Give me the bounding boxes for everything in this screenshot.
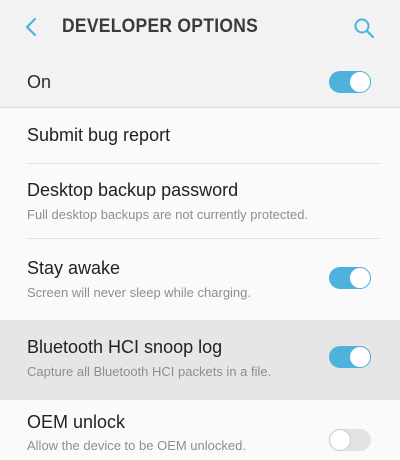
toggle-knob xyxy=(349,267,371,289)
chevron-left-icon xyxy=(24,16,38,43)
setting-submit-bug-report[interactable]: Submit bug report xyxy=(0,108,400,164)
setting-title: Bluetooth HCI snoop log xyxy=(27,337,223,357)
setting-stay-awake[interactable]: Stay awake Screen will never sleep while… xyxy=(0,239,400,317)
bluetooth-hci-snoop-log-toggle[interactable] xyxy=(329,346,371,368)
search-button[interactable] xyxy=(348,14,380,46)
setting-subtitle: Allow the device to be OEM unlocked. xyxy=(27,438,246,453)
setting-title: Desktop backup password xyxy=(27,180,239,200)
setting-subtitle: Screen will never sleep while charging. xyxy=(27,285,252,300)
developer-options-screen: DEVELOPER OPTIONS On Submit bug report D… xyxy=(0,0,400,460)
master-switch-row[interactable]: On xyxy=(0,58,400,108)
app-bar: DEVELOPER OPTIONS xyxy=(0,0,400,58)
page-title: DEVELOPER OPTIONS xyxy=(62,16,259,37)
setting-title: Submit bug report xyxy=(27,125,171,145)
toggle-knob xyxy=(329,429,351,451)
setting-subtitle: Full desktop backups are not currently p… xyxy=(27,207,309,222)
settings-list: Submit bug report Desktop backup passwor… xyxy=(0,108,400,460)
toggle-knob xyxy=(349,346,371,368)
setting-title: Stay awake xyxy=(27,258,121,278)
master-switch-label: On xyxy=(27,72,52,92)
stay-awake-toggle[interactable] xyxy=(329,267,371,289)
search-icon xyxy=(353,17,375,44)
setting-oem-unlock[interactable]: OEM unlock Allow the device to be OEM un… xyxy=(0,400,400,460)
toggle-knob xyxy=(349,71,371,93)
back-button[interactable] xyxy=(16,14,46,44)
master-switch-toggle[interactable] xyxy=(329,71,371,93)
oem-unlock-toggle[interactable] xyxy=(329,429,371,451)
setting-bluetooth-hci-snoop-log[interactable]: Bluetooth HCI snoop log Capture all Blue… xyxy=(0,320,400,400)
setting-subtitle: Capture all Bluetooth HCI packets in a f… xyxy=(27,364,272,379)
setting-title: OEM unlock xyxy=(27,412,126,432)
setting-desktop-backup-password[interactable]: Desktop backup password Full desktop bac… xyxy=(0,164,400,238)
